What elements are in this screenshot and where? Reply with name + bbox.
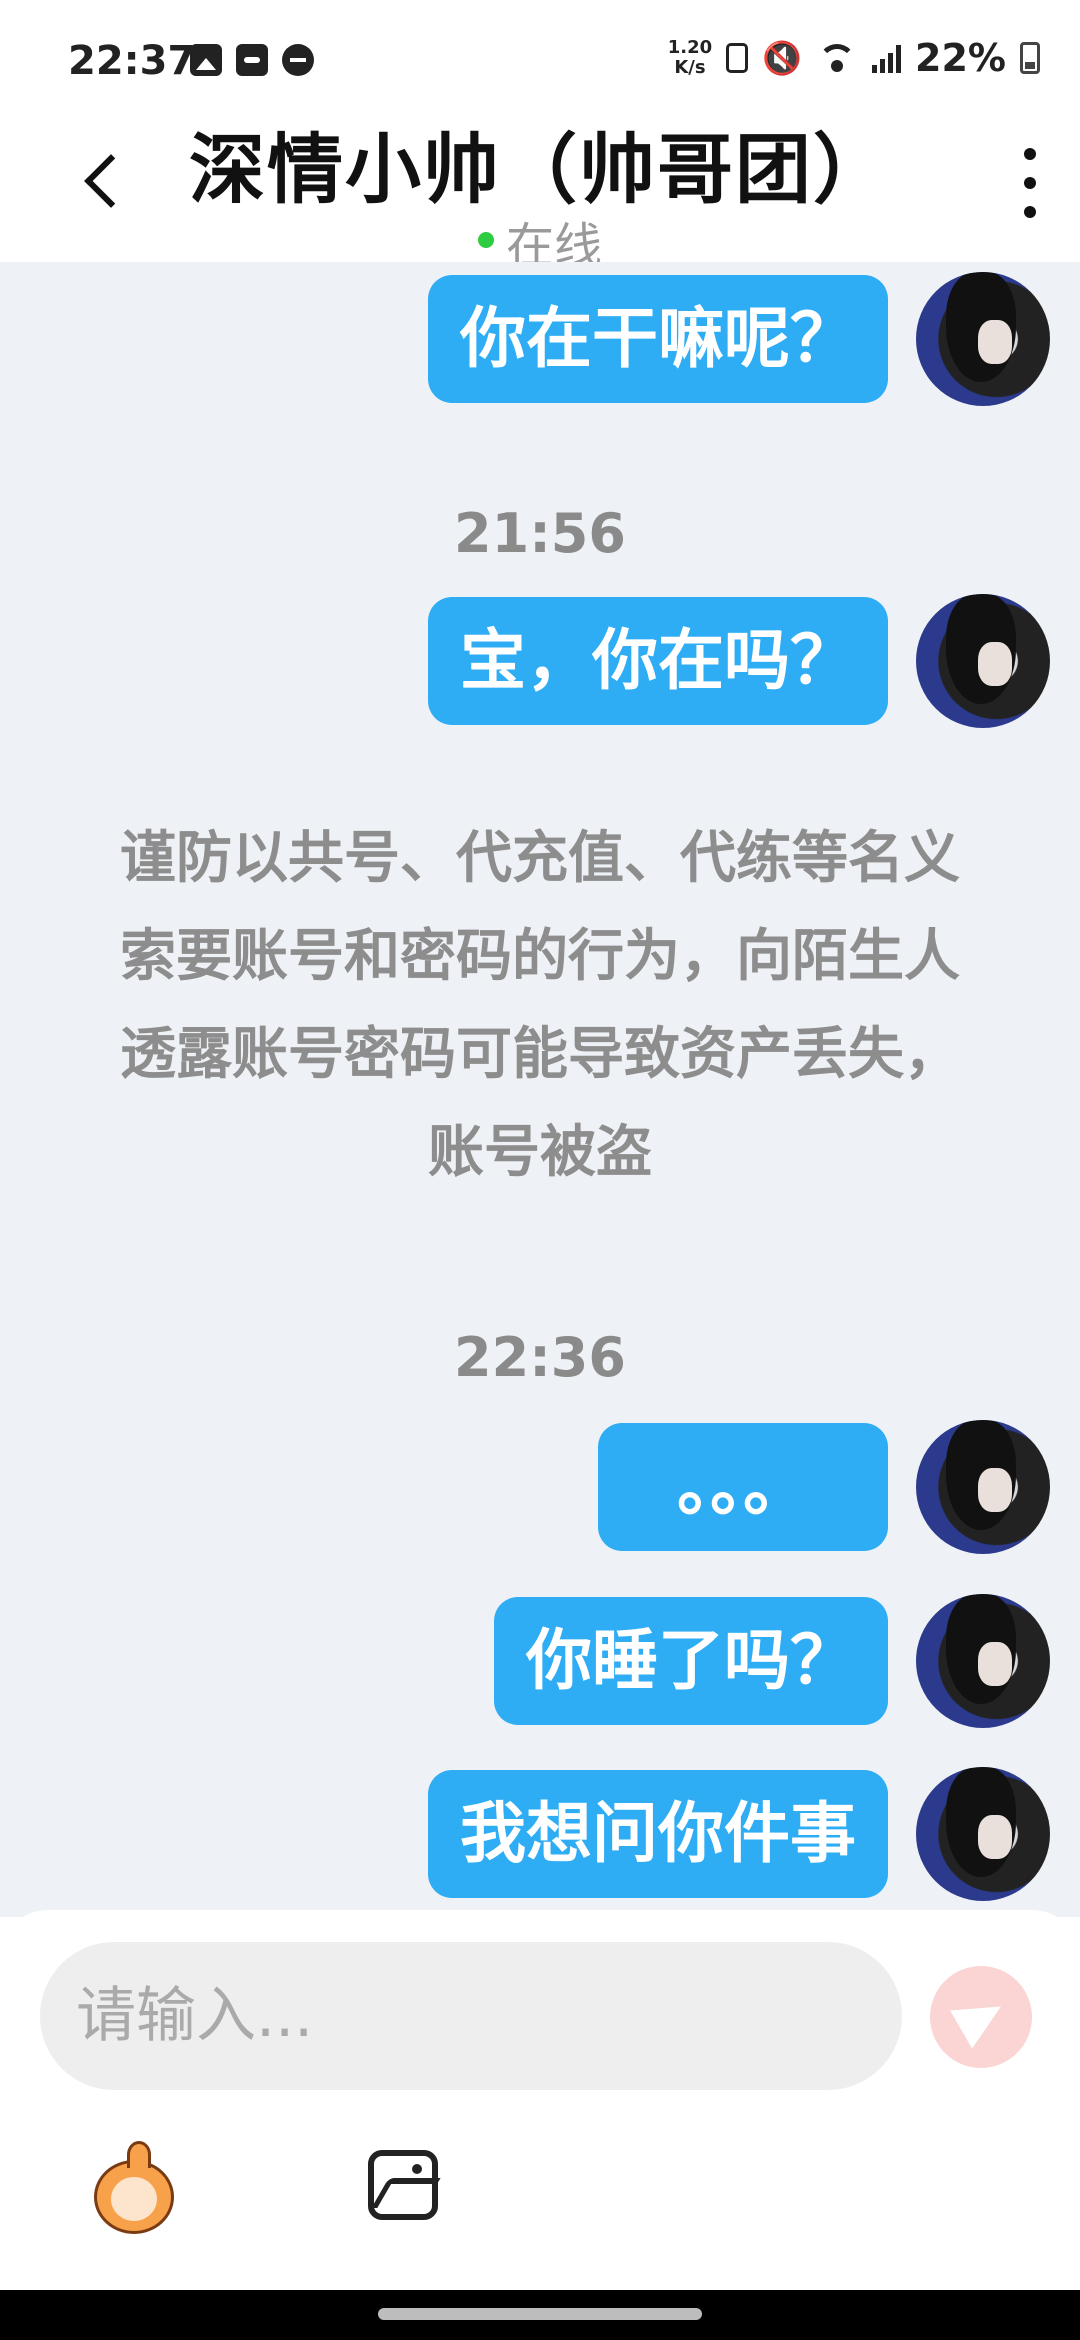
message-bubble[interactable]: 你睡了吗？ xyxy=(494,1597,888,1725)
status-time: 22:37 xyxy=(68,38,196,84)
battery-percent: 22% xyxy=(915,36,1006,80)
do-not-disturb-icon xyxy=(282,44,314,76)
emoji-sticker-icon xyxy=(94,2141,174,2234)
mute-icon: 🔇 xyxy=(762,39,803,77)
message-row: 你睡了吗？ xyxy=(494,1594,1050,1728)
more-vertical-icon xyxy=(1024,148,1036,160)
wifi-icon xyxy=(816,42,858,74)
chat-header: 深情小帅（帅哥团） 在线 xyxy=(0,100,1080,274)
emoji-button[interactable] xyxy=(84,2141,184,2242)
home-gesture-handle[interactable] xyxy=(378,2308,702,2320)
signal-icon xyxy=(872,43,902,73)
avatar[interactable] xyxy=(916,594,1050,728)
message-row: 你在干嘛呢？ xyxy=(428,272,1050,406)
game-notification-icon xyxy=(236,44,268,76)
avatar[interactable] xyxy=(916,1594,1050,1728)
network-speed: 1.20 K/s xyxy=(667,37,713,78)
online-dot-icon xyxy=(477,232,494,248)
message-bubble[interactable]: 我想问你件事 xyxy=(428,1770,888,1898)
message-bubble[interactable]: 宝，你在吗？ xyxy=(428,597,888,725)
message-row: 宝，你在吗？ xyxy=(428,594,1050,728)
status-bar: 22:37 1.20 K/s 🔇 22% xyxy=(0,0,1080,100)
battery-icon xyxy=(1020,42,1040,74)
timestamp: 22:36 xyxy=(454,1326,626,1389)
page-title: 深情小帅（帅哥团） xyxy=(189,125,891,214)
sim-icon xyxy=(726,43,749,73)
status-notification-icons xyxy=(190,44,314,76)
avatar[interactable] xyxy=(916,1767,1050,1901)
avatar[interactable] xyxy=(916,272,1050,406)
timestamp: 21:56 xyxy=(454,502,626,565)
image-button[interactable] xyxy=(368,2150,438,2220)
input-panel: 请输入... xyxy=(0,1910,1080,2290)
more-options-button[interactable] xyxy=(1020,148,1040,218)
message-row: 我想问你件事 xyxy=(428,1767,1050,1901)
avatar[interactable] xyxy=(916,1420,1050,1554)
message-row: 。。。 xyxy=(598,1420,1050,1554)
chat-message-list[interactable]: 你在干嘛呢？ 21:56 宝，你在吗？ 谨防以共号、代充值、代练等名义索要账号和… xyxy=(0,262,1080,1917)
system-navigation-bar xyxy=(0,2290,1080,2340)
gallery-notification-icon xyxy=(190,44,222,76)
send-button[interactable] xyxy=(930,1966,1032,2068)
message-bubble[interactable]: 。。。 xyxy=(598,1423,888,1551)
message-bubble[interactable]: 你在干嘛呢？ xyxy=(428,275,888,403)
status-system-icons: 1.20 K/s 🔇 22% xyxy=(668,36,1040,80)
message-input[interactable]: 请输入... xyxy=(40,1942,902,2090)
security-notice: 谨防以共号、代充值、代练等名义索要账号和密码的行为，向陌生人透露账号密码可能导致… xyxy=(120,826,960,1185)
